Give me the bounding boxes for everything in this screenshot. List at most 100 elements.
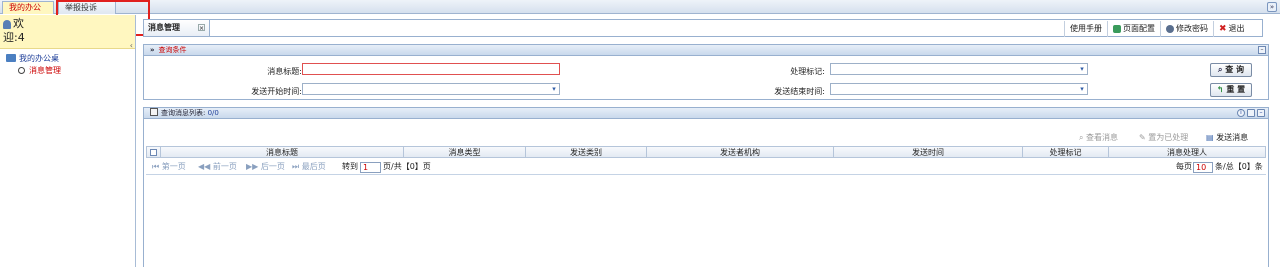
- calendar-dropdown-icon: ▾: [1080, 85, 1084, 93]
- search-button[interactable]: ⌕ 查 询: [1210, 63, 1252, 77]
- tab-label: 消息管理: [148, 23, 180, 32]
- info-icon[interactable]: i: [1237, 109, 1245, 117]
- column-header[interactable]: 消息类型: [404, 147, 526, 157]
- last-page-label: 最后页: [301, 162, 326, 171]
- tree-item-my-desk[interactable]: 我的办公桌: [6, 53, 129, 65]
- last-page-button[interactable]: ⏭ 最后页: [292, 160, 326, 174]
- per-page-prefix: 每页: [1176, 162, 1192, 171]
- tab-report-complaint[interactable]: 举报投诉: [58, 1, 116, 14]
- minimize-icon[interactable]: –: [1258, 46, 1266, 54]
- message-list-panel: 查询消息列表: 0/0 i – ⌕ 查看消息 ✎ 置为已处理 ▤ 发送消息 消息…: [143, 107, 1269, 267]
- next-page-button[interactable]: ▶▶ 后一页: [246, 160, 285, 174]
- first-page-label: 第一页: [161, 162, 186, 171]
- column-header[interactable]: 消息标题: [161, 147, 404, 157]
- reset-button-label: 重 置: [1226, 85, 1246, 94]
- top-tab-bar: 我的办公桌 举报投诉 »: [0, 0, 1280, 24]
- change-password-label: 修改密码: [1176, 24, 1208, 33]
- flag-select[interactable]: ▾: [830, 63, 1088, 75]
- next-page-label: 后一页: [260, 162, 285, 171]
- message-table-header: 消息标题 消息类型 发送类别 发送者机构 发送时间 处理标记 消息处理人: [146, 146, 1266, 158]
- goto-prefix: 转到: [342, 162, 358, 171]
- top-toolbar: 使用手册 页面配置 修改密码 ✖ 退出: [1064, 21, 1250, 37]
- list-panel-title: 查询消息列表:: [161, 109, 206, 117]
- manual-label: 使用手册: [1070, 24, 1102, 33]
- goto-page-input[interactable]: 1: [360, 162, 381, 173]
- user-icon: [3, 19, 11, 29]
- send-icon: ▤: [1206, 133, 1214, 142]
- view-message-label: 查看消息: [1086, 133, 1119, 142]
- msg-title-label: 消息标题:: [267, 67, 302, 76]
- first-page-icon: ⏮: [152, 162, 160, 171]
- welcome-text-2: 迎:4: [3, 31, 25, 44]
- manual-button[interactable]: 使用手册: [1064, 21, 1107, 37]
- first-page-button[interactable]: ⏮ 第一页: [152, 160, 186, 174]
- collapse-header-icon[interactable]: »: [1267, 2, 1277, 12]
- tab-message-manage[interactable]: 消息管理 ×: [144, 20, 210, 36]
- minimize-icon[interactable]: –: [1257, 109, 1265, 117]
- tree-item-message-manage[interactable]: 消息管理: [6, 65, 129, 77]
- search-button-label: 查 询: [1225, 65, 1245, 74]
- edit-icon: ✎: [1139, 133, 1146, 142]
- sidebar-collapse-icon[interactable]: ‹: [130, 39, 133, 53]
- close-tab-icon[interactable]: ×: [198, 24, 205, 32]
- main-area: 消息管理 × 使用手册 页面配置 修改密码 ✖ 退出 » 查询条件 – 消息标题:…: [137, 15, 1280, 267]
- prev-page-button[interactable]: ◀◀ 前一页: [198, 160, 237, 174]
- last-page-icon: ⏭: [292, 162, 300, 171]
- send-message-button[interactable]: ▤ 发送消息: [1206, 132, 1248, 144]
- prev-page-icon: ◀◀: [198, 162, 211, 171]
- list-panel-header: 查询消息列表: 0/0 i –: [144, 108, 1268, 119]
- list-icon: [150, 108, 158, 116]
- panel-tools: i –: [1237, 109, 1265, 117]
- goto-suffix: 页/共【0】页: [383, 162, 431, 171]
- column-header[interactable]: 消息处理人: [1109, 147, 1265, 157]
- page-config-button[interactable]: 页面配置: [1107, 21, 1160, 37]
- per-page-input[interactable]: 10: [1193, 162, 1213, 173]
- restore-icon[interactable]: [1247, 109, 1255, 117]
- end-time-label: 发送结束时间:: [774, 87, 825, 96]
- nav-tree: 我的办公桌 消息管理: [0, 49, 135, 81]
- list-count: 0/0: [207, 109, 219, 117]
- key-icon: [1166, 25, 1174, 33]
- desk-icon: [6, 54, 16, 62]
- circle-node-icon: [18, 67, 25, 74]
- welcome-area: 欢 迎:4 ‹: [0, 15, 135, 50]
- reset-icon: ↰: [1216, 85, 1224, 94]
- calendar-dropdown-icon: ▾: [552, 85, 556, 93]
- page-config-label: 页面配置: [1123, 24, 1155, 33]
- query-panel-title: 查询条件: [158, 46, 187, 54]
- end-time-input[interactable]: ▾: [830, 83, 1088, 95]
- column-header[interactable]: 发送时间: [834, 147, 1023, 157]
- per-page-suffix: 条/总【0】条: [1215, 162, 1263, 171]
- list-action-bar: ⌕ 查看消息 ✎ 置为已处理 ▤ 发送消息: [144, 131, 1268, 145]
- pagination-bar: ⏮ 第一页 ◀◀ 前一页 ▶▶ 后一页 ⏭ 最后页 转到 1 页/共【0】页 每…: [146, 160, 1266, 174]
- next-page-icon: ▶▶: [246, 162, 259, 171]
- tree-item-label: 消息管理: [29, 66, 61, 75]
- query-panel: » 查询条件 – 消息标题: 处理标记: ▾ 发送开始时间: ▾ 发送结束时间: …: [143, 44, 1269, 100]
- welcome-text-1: 欢: [13, 17, 24, 30]
- prev-page-label: 前一页: [212, 162, 237, 171]
- view-message-button[interactable]: ⌕ 查看消息: [1079, 132, 1118, 144]
- search-icon: ⌕: [1217, 65, 1223, 74]
- select-all-checkbox[interactable]: [147, 147, 161, 157]
- column-header[interactable]: 处理标记: [1023, 147, 1109, 157]
- start-time-input[interactable]: ▾: [302, 83, 560, 95]
- palette-icon: [1113, 25, 1121, 33]
- left-sidebar: 欢 迎:4 ‹ 我的办公桌 消息管理: [0, 15, 136, 267]
- start-time-label: 发送开始时间:: [251, 87, 302, 96]
- logout-button[interactable]: ✖ 退出: [1213, 21, 1250, 37]
- reset-button[interactable]: ↰ 重 置: [1210, 83, 1252, 97]
- exit-icon: ✖: [1219, 24, 1227, 34]
- change-password-button[interactable]: 修改密码: [1160, 21, 1213, 37]
- tab-my-desk[interactable]: 我的办公桌: [2, 1, 54, 24]
- mark-processed-button[interactable]: ✎ 置为已处理: [1139, 132, 1188, 144]
- msg-title-input[interactable]: [302, 63, 560, 75]
- expand-arrow-icon: »: [150, 46, 155, 54]
- column-header[interactable]: 发送类别: [526, 147, 647, 157]
- search-icon: ⌕: [1079, 133, 1084, 142]
- query-panel-header: » 查询条件 –: [144, 45, 1268, 56]
- column-header[interactable]: 发送者机构: [647, 147, 834, 157]
- pager-divider: [146, 174, 1266, 175]
- tree-item-label: 我的办公桌: [19, 54, 59, 63]
- flag-label: 处理标记:: [790, 67, 825, 76]
- logout-label: 退出: [1228, 24, 1245, 33]
